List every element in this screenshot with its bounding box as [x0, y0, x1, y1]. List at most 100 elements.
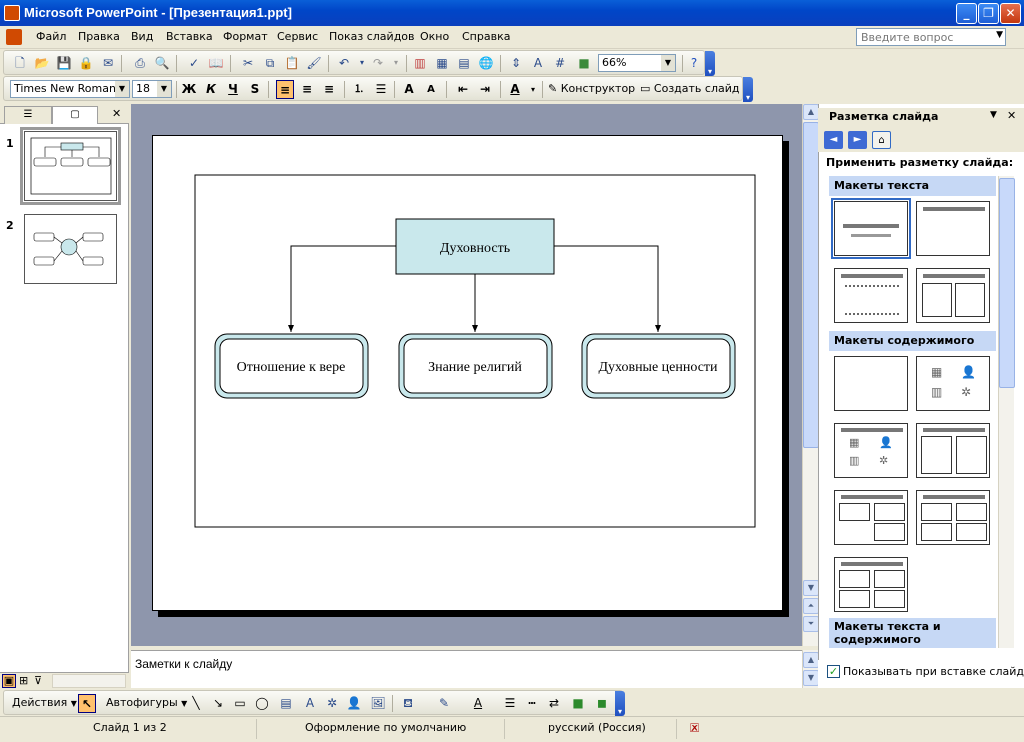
email-icon[interactable]: ✉	[100, 55, 116, 71]
numbering-icon[interactable]: ⒈	[350, 80, 368, 99]
decrease-indent-icon[interactable]: ⇤	[454, 80, 472, 99]
fill-color-icon[interactable]: ⛾	[400, 695, 416, 711]
clipart-icon[interactable]: 👤	[346, 695, 362, 711]
undo-icon[interactable]: ↶	[336, 55, 352, 71]
copy-icon[interactable]: ⧉	[262, 55, 278, 71]
font-color-icon[interactable]: A	[506, 80, 524, 99]
next-slide-icon[interactable]: ⏷	[803, 616, 819, 632]
forward-icon[interactable]: ►	[848, 131, 867, 149]
cut-icon[interactable]: ✂	[240, 55, 256, 71]
home-icon[interactable]: ⌂	[872, 131, 891, 149]
chevron-down-icon[interactable]: ▼	[157, 81, 171, 97]
layout-title-four-content-alt[interactable]	[916, 490, 990, 545]
maximize-button[interactable]: ❐	[978, 3, 999, 24]
undo-dropdown-icon[interactable]: ▾	[354, 55, 370, 71]
close-icon[interactable]: ✕	[112, 107, 121, 120]
menu-format[interactable]: Формат	[223, 30, 268, 43]
scroll-thumb[interactable]	[999, 178, 1015, 388]
actions-menu[interactable]: Действия ▼	[12, 696, 77, 709]
layout-title-two-content[interactable]	[916, 423, 990, 478]
print-preview-icon[interactable]: 🔍	[154, 55, 170, 71]
tables-borders-icon[interactable]: ▤	[456, 55, 472, 71]
normal-view-icon[interactable]: ▣	[2, 674, 16, 688]
layout-title-two-columns[interactable]	[916, 268, 990, 323]
powerpoint-app-icon[interactable]	[4, 5, 20, 21]
slide-canvas[interactable]: Духовность Отношение к вере Знание религ…	[152, 135, 783, 611]
bullets-icon[interactable]: ☰	[372, 80, 390, 99]
back-icon[interactable]: ◄	[824, 131, 843, 149]
save-icon[interactable]: 💾	[56, 55, 72, 71]
align-left-button[interactable]: ≡	[276, 80, 294, 99]
increase-font-icon[interactable]: A	[400, 80, 418, 99]
layout-title-content[interactable]: ▦ 👤 ▥ ✲	[834, 423, 908, 478]
table-icon[interactable]: ▦	[434, 55, 450, 71]
menu-window[interactable]: Окно	[420, 30, 449, 43]
chart-icon[interactable]: ▥	[412, 55, 428, 71]
oval-icon[interactable]: ◯	[254, 695, 270, 711]
menu-view[interactable]: Вид	[131, 30, 153, 43]
scroll-down-icon[interactable]: ▼	[803, 670, 819, 686]
shadow-button[interactable]: S	[246, 80, 264, 99]
toolbar-options-icon[interactable]: ▾	[743, 77, 753, 102]
layout-title-content-four[interactable]	[834, 490, 908, 545]
scroll-up-icon[interactable]: ▲	[803, 104, 819, 120]
child-node-1[interactable]: Отношение к вере	[214, 333, 369, 399]
close-button[interactable]: ✕	[1000, 3, 1021, 24]
help-icon[interactable]: ?	[686, 55, 702, 71]
increase-indent-icon[interactable]: ⇥	[476, 80, 494, 99]
research-icon[interactable]: 📖	[208, 55, 224, 71]
color-grayscale-icon[interactable]: ■	[576, 55, 592, 71]
notes-scrollbar[interactable]: ▲ ▼	[802, 650, 819, 688]
permission-icon[interactable]: 🔒	[78, 55, 94, 71]
slideshow-icon[interactable]: ⊽	[34, 674, 42, 687]
scroll-up-icon[interactable]: ▲	[803, 652, 819, 668]
align-center-button[interactable]: ≡	[298, 80, 316, 99]
show-formatting-icon[interactable]: A	[530, 55, 546, 71]
close-icon[interactable]: ✕	[1007, 109, 1016, 122]
underline-button[interactable]: Ч	[224, 80, 242, 99]
3d-style-icon[interactable]: ◼	[594, 695, 610, 711]
child-node-3[interactable]: Духовные ценности	[581, 333, 736, 399]
previous-slide-icon[interactable]: ⏶	[803, 598, 819, 614]
spelling-status-icon[interactable]: 🗷	[690, 721, 699, 736]
slide-thumbnail-1[interactable]	[20, 127, 121, 205]
chevron-down-icon[interactable]: ▼	[661, 55, 675, 71]
document-icon[interactable]	[6, 29, 22, 45]
horizontal-scrollbar[interactable]	[52, 674, 126, 688]
new-slide-button[interactable]: ▭ Создать слайд	[640, 82, 739, 95]
help-search-input[interactable]: Введите вопрос ▼	[856, 28, 1006, 46]
new-icon[interactable]: 🗋	[12, 55, 28, 71]
print-icon[interactable]: ⎙	[132, 55, 148, 71]
child-node-2[interactable]: Знание религий	[398, 333, 553, 399]
line-color-icon[interactable]: ✎	[436, 695, 452, 711]
tab-outline[interactable]: ☰	[4, 106, 52, 124]
designer-button[interactable]: ✎ Конструктор	[548, 82, 635, 95]
redo-icon[interactable]: ↷	[370, 55, 386, 71]
chevron-down-icon[interactable]: ▼	[996, 30, 1003, 40]
font-select[interactable]: Times New Roman ▼	[10, 80, 130, 98]
menu-edit[interactable]: Правка	[78, 30, 120, 43]
layout-four-content[interactable]	[834, 557, 908, 612]
shadow-style-icon[interactable]: ■	[570, 695, 586, 711]
autoshapes-menu[interactable]: Автофигуры ▼	[106, 696, 187, 709]
spelling-icon[interactable]: ✓	[186, 55, 202, 71]
minimize-button[interactable]: _	[956, 3, 977, 24]
line-style-icon[interactable]: ☰	[502, 695, 518, 711]
scroll-down-icon[interactable]: ▼	[803, 580, 819, 596]
arrow-style-icon[interactable]: ⇄	[546, 695, 562, 711]
picture-icon[interactable]: 🖼	[370, 695, 386, 711]
menu-tools[interactable]: Сервис	[277, 30, 318, 43]
grid-icon[interactable]: #	[552, 55, 568, 71]
zoom-select[interactable]: 66% ▼	[598, 54, 676, 72]
layout-content[interactable]: ▦ 👤 ▥ ✲	[916, 356, 990, 411]
wordart-icon[interactable]: A	[302, 695, 318, 711]
layout-title-text[interactable]	[834, 268, 908, 323]
menu-insert[interactable]: Вставка	[166, 30, 213, 43]
menu-slideshow[interactable]: Показ слайдов	[329, 30, 415, 43]
layout-title-slide[interactable]	[831, 198, 911, 259]
toolbar-options-icon[interactable]: ▾	[705, 51, 715, 76]
bold-button[interactable]: Ж	[180, 80, 198, 99]
layout-blank[interactable]	[834, 356, 908, 411]
slide-sorter-icon[interactable]: ⊞	[19, 674, 28, 687]
italic-button[interactable]: К	[202, 80, 220, 99]
